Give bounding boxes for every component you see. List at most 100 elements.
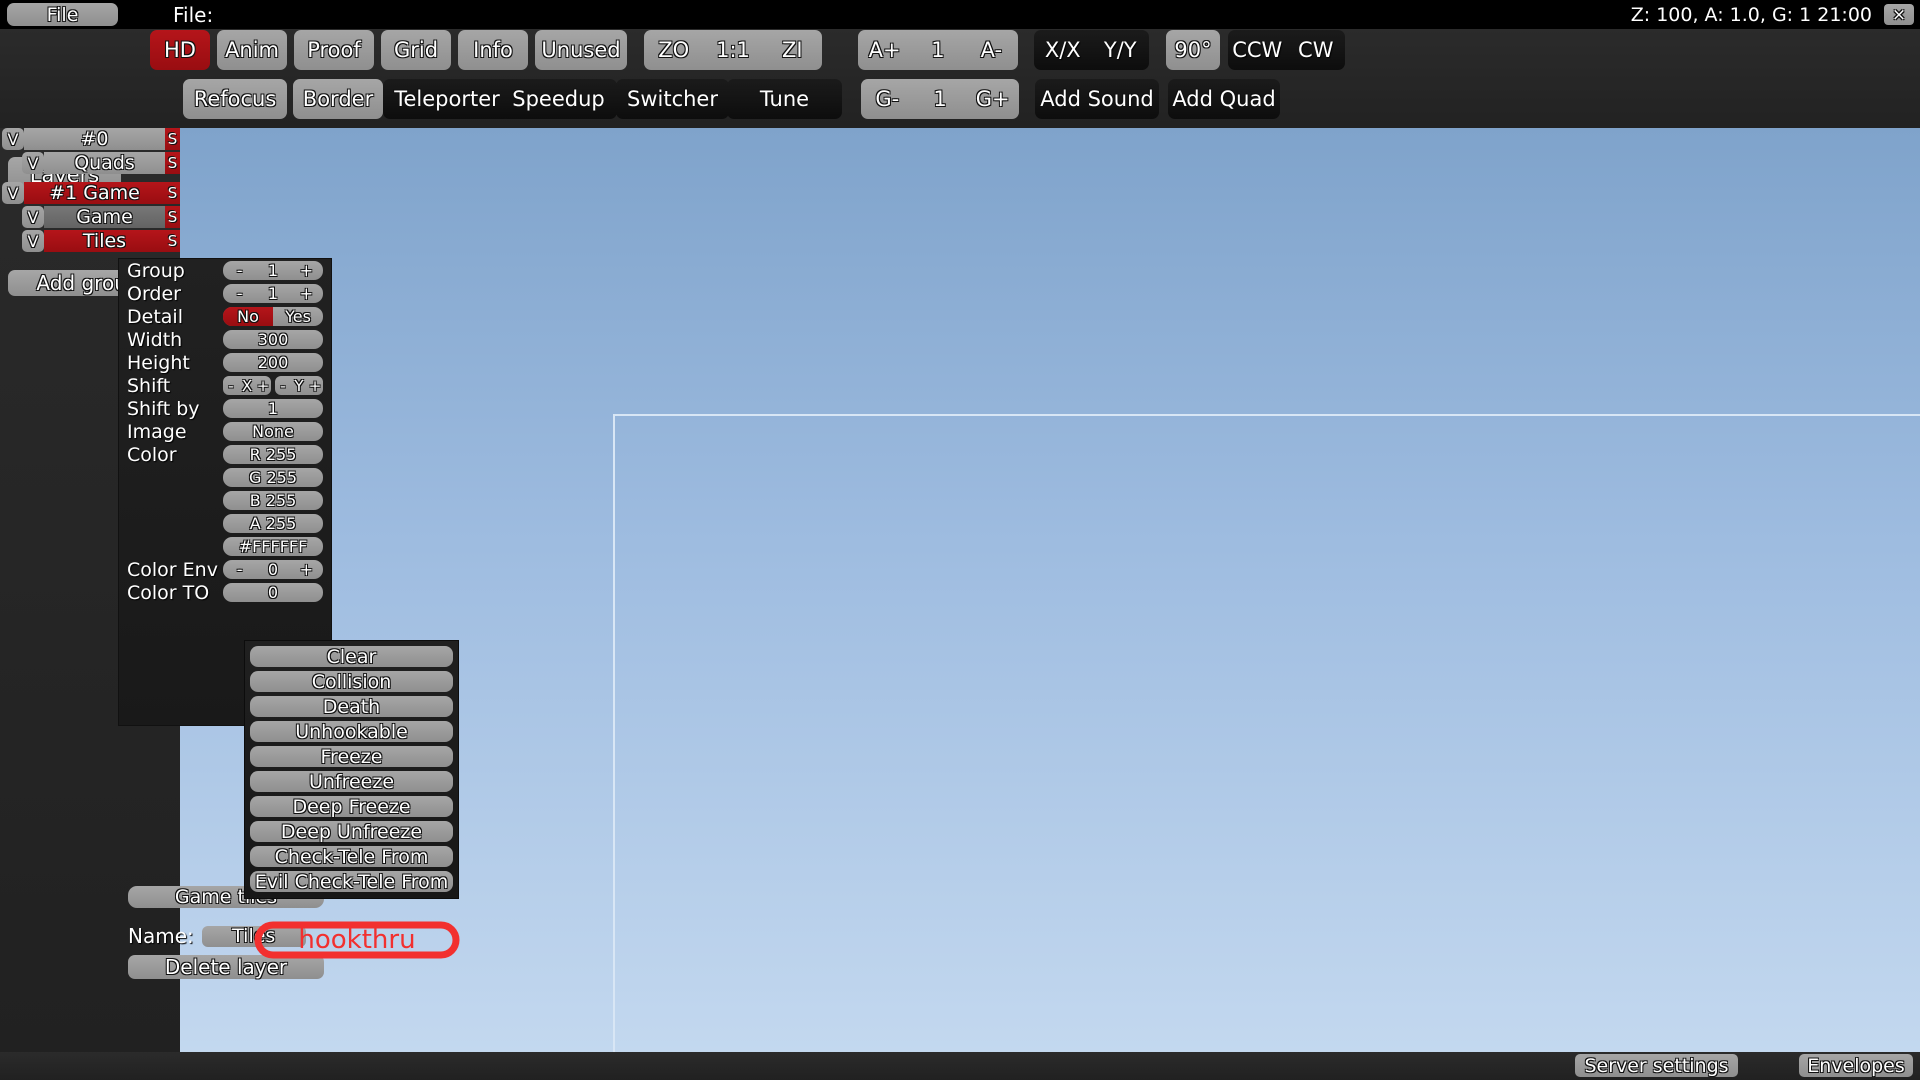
toolbar-segment-ccw[interactable]: CCW <box>1228 30 1287 70</box>
toolbar-button-hd[interactable]: HD <box>150 30 210 70</box>
shift-segment-plus[interactable]: + <box>307 376 323 395</box>
property-control: -1 + <box>223 261 323 280</box>
toolbar-segment-1[interactable]: 1 <box>911 30 964 70</box>
context-menu-item-deep-unfreeze[interactable]: Deep Unfreeze <box>250 821 453 843</box>
context-menu-item-unfreeze[interactable]: Unfreeze <box>250 771 453 793</box>
layer-visibility-toggle[interactable]: V <box>22 152 44 174</box>
property-value-height[interactable]: 200 <box>223 353 323 372</box>
property-label: Height <box>127 351 190 374</box>
toolbar-segment-zo[interactable]: ZO <box>644 30 703 70</box>
close-icon[interactable]: × <box>1884 4 1914 25</box>
context-menu-item-freeze[interactable]: Freeze <box>250 746 453 768</box>
property-value-a-255[interactable]: A 255 <box>223 514 323 533</box>
layer-select-button[interactable]: S <box>165 230 180 252</box>
property-segment-plus[interactable]: + <box>290 560 323 579</box>
toolbar-button-border[interactable]: Border <box>293 79 383 119</box>
property-segment-minus[interactable]: - <box>223 284 256 303</box>
layer-name-game[interactable]: Game <box>44 206 165 228</box>
layer-name-1-game[interactable]: #1 Game <box>24 182 165 204</box>
layer-select-button[interactable]: S <box>165 128 180 150</box>
toolbar-segment-cw[interactable]: CW <box>1287 30 1346 70</box>
layer-visibility-toggle[interactable]: V <box>22 230 44 252</box>
toolbar-button-add-quad[interactable]: Add Quad <box>1168 79 1280 119</box>
toolbar-button-add-sound[interactable]: Add Sound <box>1035 79 1159 119</box>
toolbar-button-info[interactable]: Info <box>458 30 528 70</box>
property-segment-plus[interactable]: + <box>290 284 323 303</box>
shift-segment-plus[interactable]: + <box>255 376 271 395</box>
file-menu-button[interactable]: File <box>7 3 118 26</box>
server-settings-button[interactable]: Server settings <box>1575 1054 1738 1077</box>
context-menu-item-unhookable[interactable]: Unhookable <box>250 721 453 743</box>
context-menu-item-collision[interactable]: Collision <box>250 671 453 693</box>
toolbar-button-tune[interactable]: Tune <box>727 79 842 119</box>
layer-visibility-toggle[interactable]: V <box>2 182 24 204</box>
property-segment-0[interactable]: 0 <box>256 560 289 579</box>
toolbar-segment-y-y[interactable]: Y/Y <box>1092 30 1150 70</box>
property-value-image[interactable]: None <box>223 422 323 441</box>
context-menu-item-deep-freeze[interactable]: Deep Freeze <box>250 796 453 818</box>
property-value-shift-by[interactable]: 1 <box>223 399 323 418</box>
property-control: 200 <box>223 353 323 372</box>
toolbar-button-speedup[interactable]: Speedup <box>500 79 617 119</box>
shift-segment-x[interactable]: X <box>239 376 255 395</box>
status-readout: Z: 100, A: 1.0, G: 1 21:00 <box>1630 3 1872 26</box>
toolbar-segment-1-1[interactable]: 1:1 <box>703 30 762 70</box>
property-segment-plus[interactable]: + <box>290 261 323 280</box>
toolbar-button-refocus[interactable]: Refocus <box>183 79 287 119</box>
context-menu-item-clear[interactable]: Clear <box>250 646 453 668</box>
context-menu-item-death[interactable]: Death <box>250 696 453 718</box>
property-row-shift-by: Shift by 1 <box>119 397 331 420</box>
toolbar-button-proof[interactable]: Proof <box>294 30 374 70</box>
annotation-hookthru: hookthru <box>253 920 461 960</box>
layer-name-0[interactable]: #0 <box>24 128 165 150</box>
property-segment-1[interactable]: 1 <box>256 284 289 303</box>
property-segment-1[interactable]: 1 <box>256 261 289 280</box>
toolbar-segment-zi[interactable]: ZI <box>763 30 822 70</box>
property-label: Group <box>127 259 185 282</box>
toolbar-button-angle[interactable]: 90° <box>1166 30 1220 70</box>
shift-segment-minus[interactable]: - <box>275 376 291 395</box>
map-canvas[interactable] <box>180 128 1920 1052</box>
layer-select-button[interactable]: S <box>165 182 180 204</box>
context-menu-item-check-tele-from[interactable]: Check-Tele From <box>250 846 453 868</box>
property-row-a-255: A 255 <box>119 512 331 535</box>
property-segment-yes[interactable]: Yes <box>273 307 323 326</box>
editor-window: File File: Z: 100, A: 1.0, G: 1 21:00 × … <box>0 0 1920 1080</box>
toolbar-button-teleporter[interactable]: Teleporter <box>383 79 511 119</box>
layer-select-button[interactable]: S <box>165 152 180 174</box>
toolbar-button-unused[interactable]: Unused <box>535 30 627 70</box>
shift-segment-minus[interactable]: - <box>223 376 239 395</box>
layer-visibility-toggle[interactable]: V <box>22 206 44 228</box>
property-value-color[interactable]: R 255 <box>223 445 323 464</box>
toolbar-button-switcher[interactable]: Switcher <box>616 79 729 119</box>
property-value-g-255[interactable]: G 255 <box>223 468 323 487</box>
property-segment-minus[interactable]: - <box>223 560 256 579</box>
toolbar-segment-a[interactable]: A+ <box>858 30 911 70</box>
property-label: Shift <box>127 374 171 397</box>
property-value-width[interactable]: 300 <box>223 330 323 349</box>
envelopes-button[interactable]: Envelopes <box>1799 1054 1913 1077</box>
property-value-ffffff[interactable]: #FFFFFF <box>223 537 323 556</box>
toolbar-button-anim[interactable]: Anim <box>217 30 287 70</box>
context-menu-item-evil-check-tele-from[interactable]: Evil Check-Tele From <box>250 871 453 893</box>
layer-name-tiles[interactable]: Tiles <box>44 230 165 252</box>
toolbar-segment-g[interactable]: G+ <box>966 79 1019 119</box>
property-row-color: Color R 255 <box>119 443 331 466</box>
toolbar-segment-g[interactable]: G- <box>861 79 914 119</box>
toolbar-segment-x-x[interactable]: X/X <box>1034 30 1092 70</box>
layer-name-quads[interactable]: Quads <box>44 152 165 174</box>
layer-visibility-toggle[interactable]: V <box>2 128 24 150</box>
layer-select-button[interactable]: S <box>165 206 180 228</box>
toolbar-segment-a[interactable]: A- <box>965 30 1018 70</box>
shift-segment-y[interactable]: Y <box>291 376 307 395</box>
property-segment-no[interactable]: No <box>223 307 273 326</box>
property-value-b-255[interactable]: B 255 <box>223 491 323 510</box>
toolbar-button-grid[interactable]: Grid <box>381 30 451 70</box>
property-label: Color <box>127 443 177 466</box>
property-row-color-env: Color Env -0 + <box>119 558 331 581</box>
property-segment-minus[interactable]: - <box>223 261 256 280</box>
top-bar: File File: Z: 100, A: 1.0, G: 1 21:00 × <box>0 0 1920 29</box>
layer-row-quads: V Quads S <box>22 152 180 174</box>
property-value-color-to[interactable]: 0 <box>223 583 323 602</box>
toolbar-segment-1[interactable]: 1 <box>914 79 967 119</box>
